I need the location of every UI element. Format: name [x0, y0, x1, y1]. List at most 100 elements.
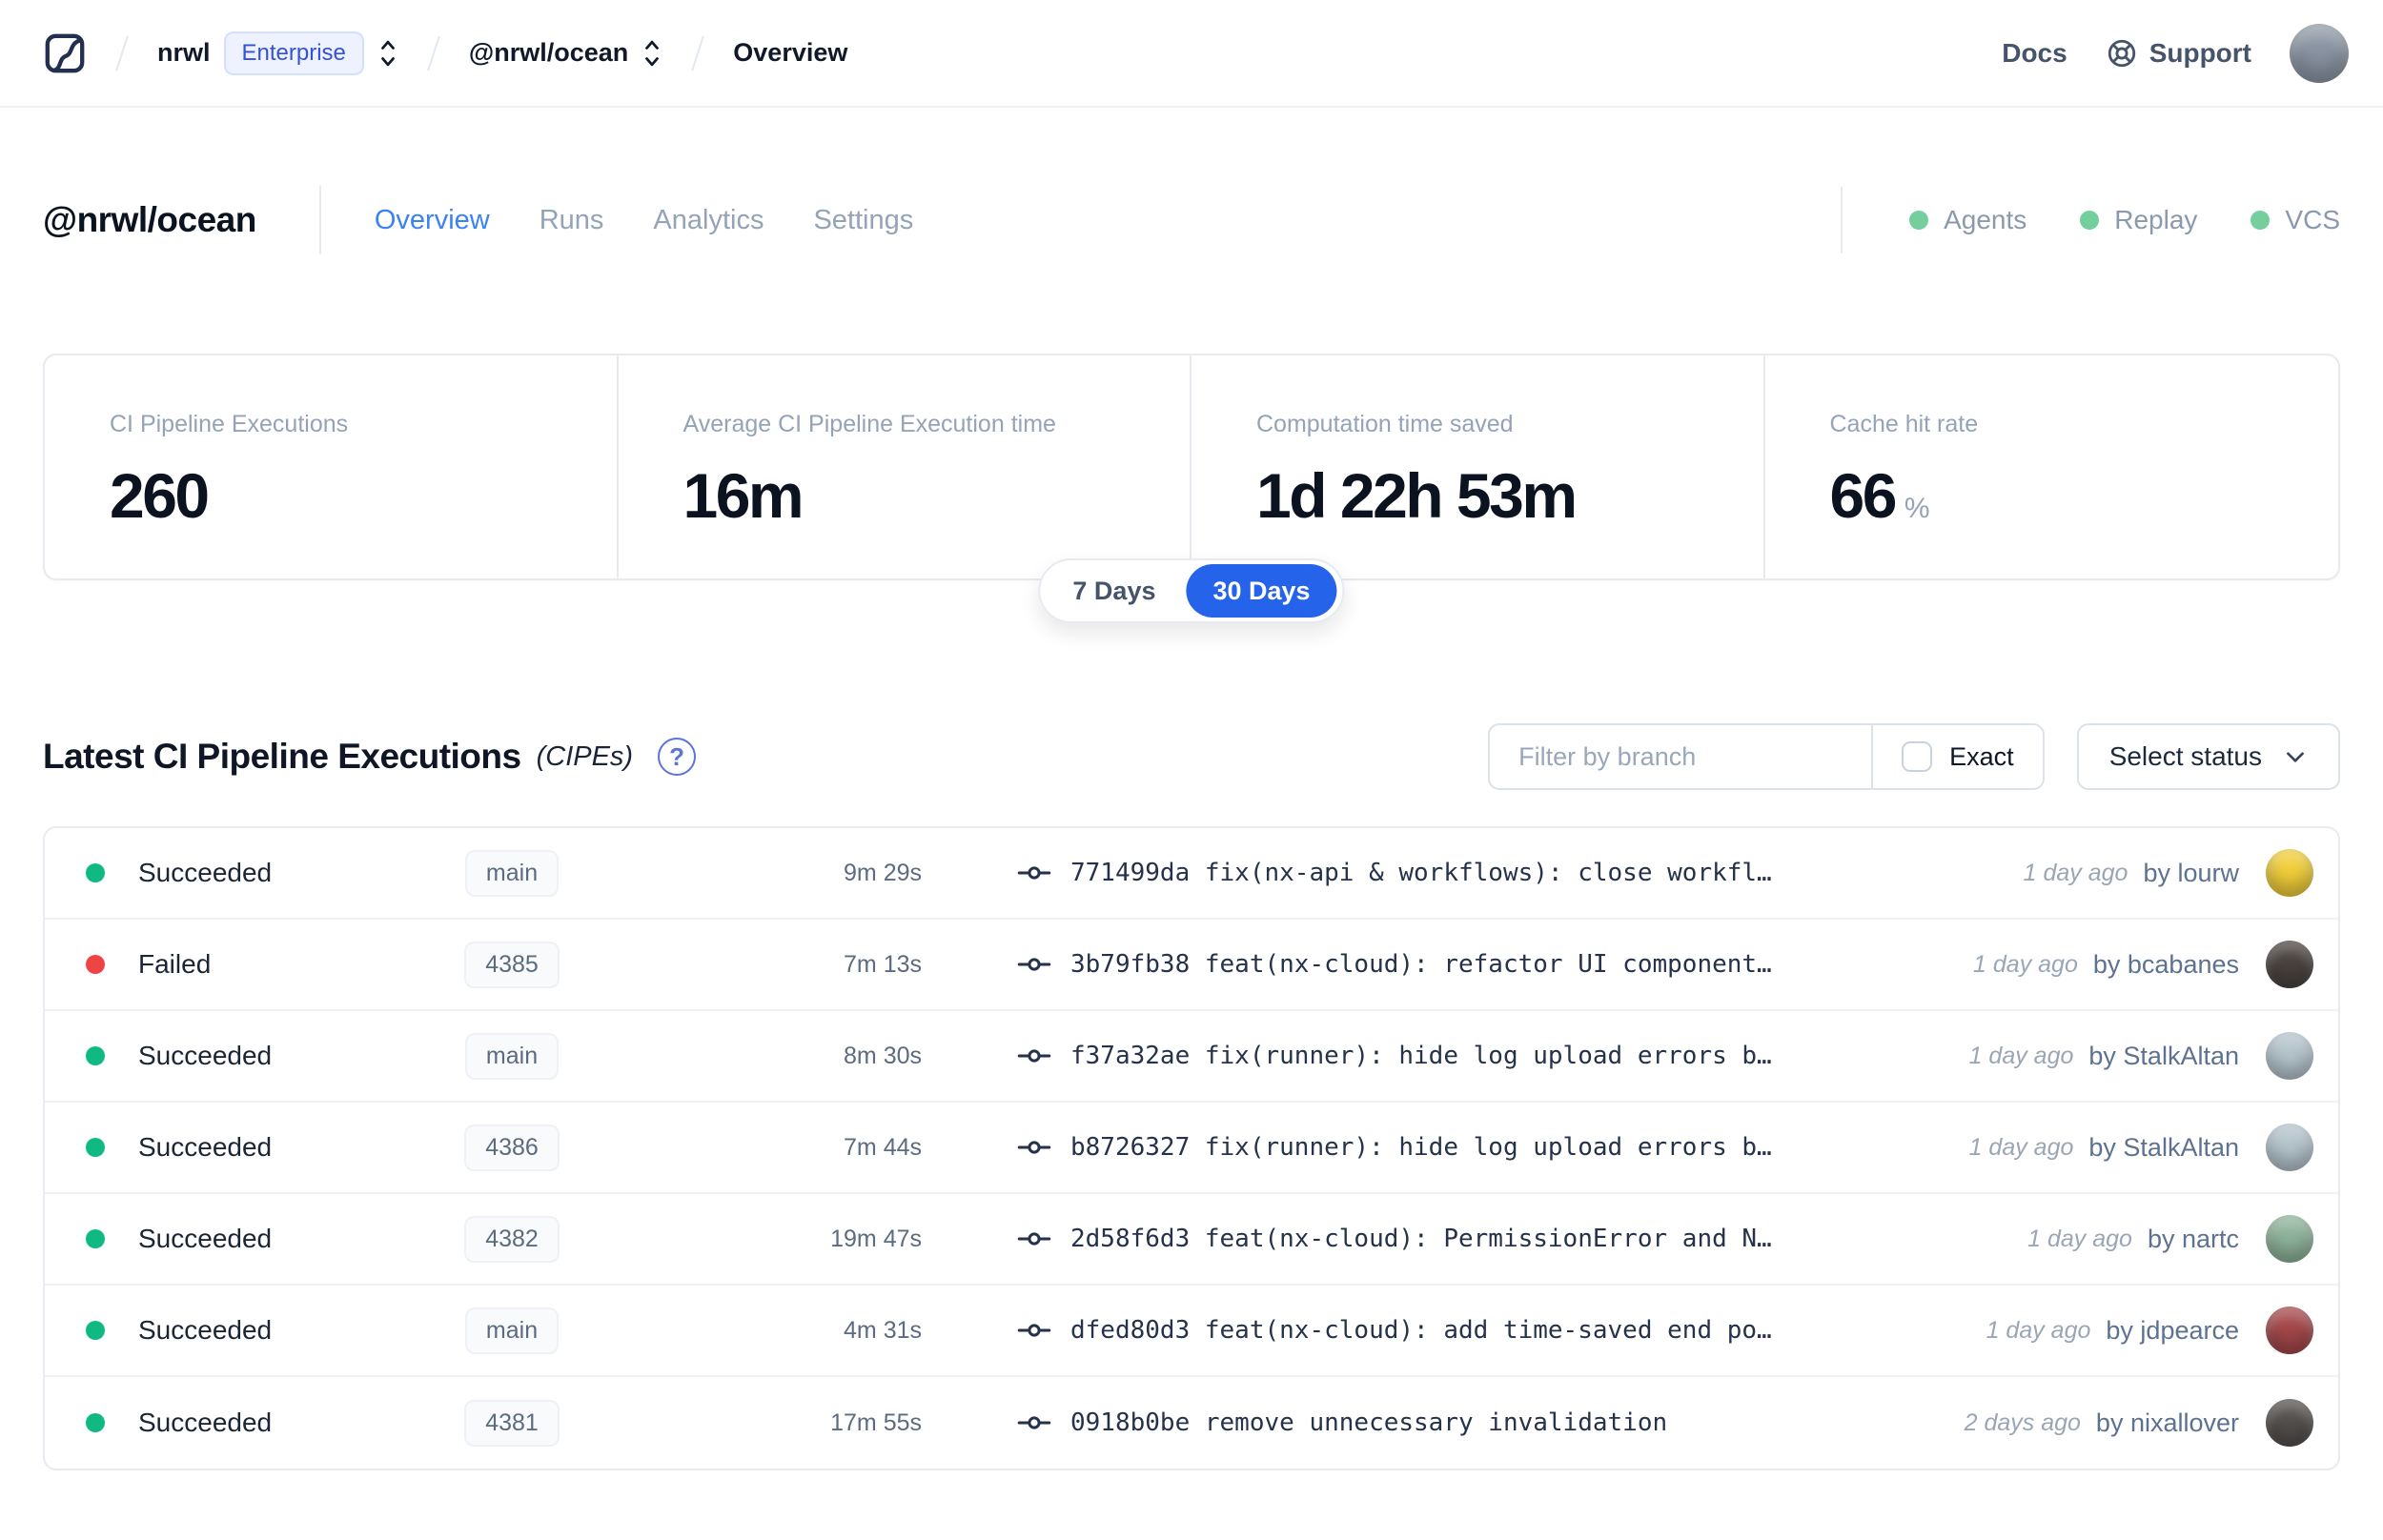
- stat-ci-pipeline-executions: CI Pipeline Executions 260: [45, 355, 619, 578]
- exact-label: Exact: [1949, 741, 2014, 771]
- time-ago: 1 day ago: [2023, 859, 2128, 886]
- status-dot-icon: [86, 1321, 105, 1340]
- service-replay[interactable]: Replay: [2080, 205, 2197, 235]
- divider: [318, 186, 321, 254]
- author-avatar: [2266, 1215, 2313, 1263]
- branch-filter-input[interactable]: [1490, 725, 1872, 788]
- stat-value: 16m: [682, 460, 805, 531]
- table-row[interactable]: Succeeded main 8m 30s f37a32ae fix(runne…: [45, 1011, 2338, 1103]
- status-dot-icon: [2080, 211, 2100, 230]
- author: by lourw: [2143, 858, 2239, 887]
- branch-badge[interactable]: main: [464, 1307, 560, 1354]
- author-avatar: [2266, 849, 2313, 897]
- author-avatar: [2266, 1124, 2313, 1171]
- cipe-section-header: Latest CI Pipeline Executions (CIPEs) ? …: [43, 723, 2340, 790]
- time-ago: 1 day ago: [1973, 950, 2078, 978]
- tab-analytics[interactable]: Analytics: [653, 205, 764, 236]
- author-avatar: [2266, 1399, 2313, 1447]
- duration: 19m 47s: [830, 1225, 922, 1252]
- page-title: @nrwl/ocean: [43, 200, 256, 239]
- table-row[interactable]: Failed 4385 7m 13s 3b79fb38 feat(nx-clou…: [45, 920, 2338, 1011]
- section-title: Latest CI Pipeline Executions: [43, 737, 521, 776]
- table-row[interactable]: Succeeded 4382 19m 47s 2d58f6d3 feat(nx-…: [45, 1194, 2338, 1286]
- commit-message: 2d58f6d3 feat(nx-cloud): PermissionError…: [1070, 1225, 1772, 1253]
- branch-badge[interactable]: main: [464, 1032, 560, 1080]
- select-status-dropdown[interactable]: Select status: [2076, 723, 2340, 790]
- branch-badge[interactable]: 4382: [464, 1215, 560, 1263]
- service-agents[interactable]: Agents: [1909, 205, 2027, 235]
- support-link[interactable]: Support: [2106, 37, 2251, 70]
- stat-cache-hit-rate: Cache hit rate 66%: [1765, 355, 2339, 578]
- support-label: Support: [2149, 37, 2251, 68]
- breadcrumb-slash: [691, 35, 705, 71]
- chevron-updown-icon: [645, 40, 660, 66]
- branch-badge[interactable]: main: [464, 849, 560, 897]
- branch-filter-group: Exact: [1488, 723, 2045, 790]
- status-dot-icon: [86, 1229, 105, 1248]
- status-dot-icon: [2251, 211, 2271, 230]
- table-row[interactable]: Succeeded 4381 17m 55s 0918b0be remove u…: [45, 1377, 2338, 1469]
- org-name: nrwl: [157, 38, 211, 67]
- status-label: Failed: [138, 949, 212, 979]
- git-commit-icon: [1017, 1324, 1051, 1337]
- service-vcs[interactable]: VCS: [2251, 205, 2340, 235]
- time-ago: 2 days ago: [1964, 1408, 2081, 1436]
- duration: 7m 13s: [844, 950, 922, 978]
- git-commit-icon: [1017, 1141, 1051, 1154]
- help-icon[interactable]: ?: [658, 738, 697, 776]
- commit-message: 3b79fb38 feat(nx-cloud): refactor UI com…: [1070, 950, 1772, 979]
- table-row[interactable]: Succeeded main 4m 31s dfed80d3 feat(nx-c…: [45, 1286, 2338, 1377]
- branch-badge[interactable]: 4385: [464, 941, 560, 988]
- time-ago: 1 day ago: [1986, 1316, 2091, 1344]
- chevron-down-icon: [2287, 752, 2304, 762]
- service-status-group: Agents Replay VCS: [1841, 187, 2340, 253]
- table-row[interactable]: Succeeded main 9m 29s 771499da fix(nx-ap…: [45, 828, 2338, 920]
- stat-average-execution-time: Average CI Pipeline Execution time 16m: [619, 355, 1192, 578]
- status-label: Succeeded: [138, 1132, 273, 1162]
- git-commit-icon: [1017, 958, 1051, 971]
- range-30-days[interactable]: 30 Days: [1186, 564, 1337, 618]
- exact-checkbox[interactable]: [1902, 741, 1933, 772]
- breadcrumb-slash: [427, 35, 440, 71]
- date-range-toggle: 7 Days 30 Days: [1038, 558, 1345, 623]
- docs-link[interactable]: Docs: [2002, 38, 2067, 69]
- status-label: Succeeded: [138, 1041, 273, 1070]
- user-avatar[interactable]: [2290, 23, 2349, 83]
- commit-message: 771499da fix(nx-api & workflows): close …: [1070, 859, 1772, 887]
- tab-overview[interactable]: Overview: [375, 205, 490, 236]
- status-dot-icon: [86, 1138, 105, 1157]
- breadcrumb-slash: [115, 35, 129, 71]
- duration: 7m 44s: [844, 1133, 922, 1161]
- duration: 17m 55s: [830, 1408, 922, 1436]
- top-navbar: nrwl Enterprise @nrwl/ocean Overview Doc…: [0, 0, 2383, 108]
- nx-cloud-logo-icon[interactable]: [43, 31, 87, 75]
- commit-message: 0918b0be remove unnecessary invalidation: [1070, 1408, 1668, 1437]
- stat-computation-time-saved: Computation time saved 1d 22h 53m: [1192, 355, 1765, 578]
- tab-settings[interactable]: Settings: [813, 205, 913, 236]
- lifebuoy-icon: [2108, 39, 2135, 67]
- author-avatar: [2266, 1307, 2313, 1354]
- chevron-updown-icon: [381, 40, 395, 66]
- status-label: Succeeded: [138, 1408, 273, 1437]
- org-switcher[interactable]: nrwl Enterprise: [157, 30, 398, 75]
- range-7-days[interactable]: 7 Days: [1046, 564, 1182, 618]
- author: by bcabanes: [2092, 949, 2239, 979]
- workspace-switcher[interactable]: @nrwl/ocean: [469, 37, 662, 70]
- commit-message: f37a32ae fix(runner): hide log upload er…: [1070, 1042, 1772, 1070]
- table-row[interactable]: Succeeded 4386 7m 44s b8726327 fix(runne…: [45, 1103, 2338, 1194]
- branch-badge[interactable]: 4381: [464, 1399, 560, 1447]
- status-label: Succeeded: [138, 1224, 273, 1253]
- stat-value: 1d 22h 53m: [1256, 460, 1578, 531]
- duration: 4m 31s: [844, 1316, 922, 1344]
- stat-value: 66%: [1829, 460, 1930, 531]
- divider: [1841, 187, 1843, 253]
- tab-runs[interactable]: Runs: [540, 205, 604, 236]
- git-commit-icon: [1017, 1416, 1051, 1429]
- time-ago: 1 day ago: [1968, 1133, 2074, 1161]
- git-commit-icon: [1017, 1049, 1051, 1063]
- enterprise-badge: Enterprise: [223, 30, 364, 75]
- time-ago: 1 day ago: [2027, 1225, 2132, 1252]
- commit-message: b8726327 fix(runner): hide log upload er…: [1070, 1133, 1772, 1162]
- branch-badge[interactable]: 4386: [464, 1124, 560, 1171]
- author: by StalkAltan: [2088, 1041, 2239, 1070]
